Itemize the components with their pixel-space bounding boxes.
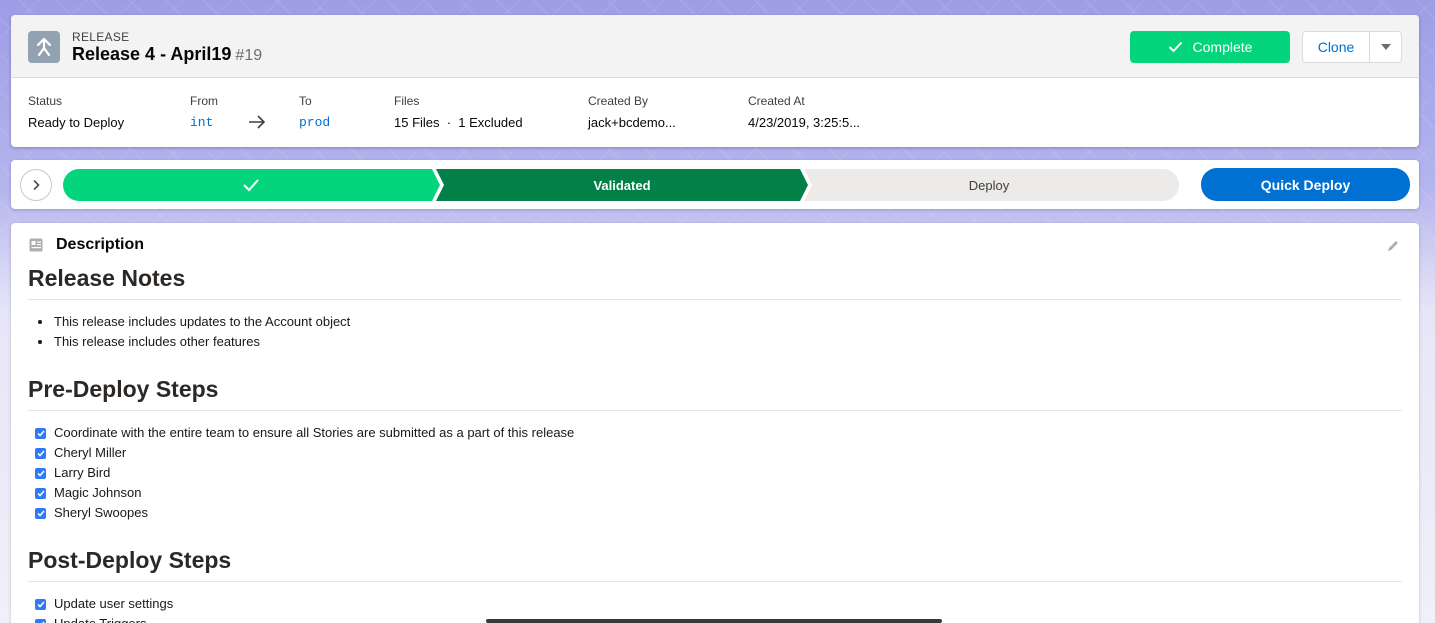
- quick-deploy-button[interactable]: Quick Deploy: [1201, 168, 1410, 201]
- checklist-item-label: Cheryl Miller: [54, 445, 127, 460]
- path-stages: Validated Deploy: [63, 169, 1179, 201]
- checkbox-checked[interactable]: [35, 507, 46, 519]
- path-expand-button[interactable]: [20, 169, 52, 201]
- to-value: prod: [299, 115, 331, 130]
- checklist-item: Coordinate with the entire team to ensur…: [28, 423, 1402, 443]
- pre-deploy-checklist: Coordinate with the entire team to ensur…: [28, 423, 1402, 523]
- chevron-down-icon: [1380, 44, 1391, 50]
- checklist-item-label: Larry Bird: [54, 465, 111, 480]
- release-number: #19: [235, 47, 263, 64]
- from-label: From: [190, 94, 218, 108]
- stage-deploy-label: Deploy: [969, 178, 1010, 193]
- created-by-field: Created By jack+bcdemo...: [588, 94, 676, 130]
- clone-button-group: Clone: [1302, 31, 1402, 63]
- path-stage-deploy[interactable]: Deploy: [804, 169, 1179, 201]
- status-field: Status Ready to Deploy: [28, 94, 124, 130]
- created-by-value[interactable]: jack+bcdemo...: [588, 115, 676, 130]
- pre-deploy-section: Pre-Deploy Steps Coordinate with the ent…: [28, 376, 1402, 523]
- complete-button[interactable]: Complete: [1130, 31, 1290, 63]
- record-type-label: RELEASE: [72, 30, 130, 44]
- checklist-item: Larry Bird: [28, 463, 1402, 483]
- record-header: RELEASE Release 4 - April19 #19 Complete …: [11, 15, 1419, 147]
- files-value: 15 Files · 1 Excluded: [394, 115, 523, 130]
- path-stage-validated[interactable]: Validated: [436, 169, 808, 201]
- status-label: Status: [28, 94, 63, 108]
- checklist-item-label: Update Triggers: [54, 614, 147, 623]
- checkbox-checked[interactable]: [35, 467, 46, 479]
- status-value: Ready to Deploy: [28, 115, 125, 130]
- checkbox-checked[interactable]: [35, 487, 46, 499]
- post-deploy-section: Post-Deploy Steps Update user settings U…: [28, 547, 1402, 623]
- stage-validated-label: Validated: [593, 178, 650, 193]
- from-field: From int: [190, 94, 218, 130]
- from-value: int: [190, 115, 214, 130]
- files-label: Files: [394, 94, 420, 108]
- checklist-item: Magic Johnson: [28, 483, 1402, 503]
- created-at-label: Created At: [748, 94, 805, 108]
- list-item: This release includes other features: [28, 332, 1402, 352]
- pre-deploy-heading: Pre-Deploy Steps: [28, 376, 1402, 411]
- rich-text-content: Release Notes This release includes upda…: [28, 265, 1402, 623]
- edit-pencil-icon[interactable]: [1386, 239, 1400, 253]
- to-field: To prod: [299, 94, 330, 130]
- files-field: Files 15 Files · 1 Excluded: [394, 94, 523, 130]
- path-bar: Validated Deploy Quick Deploy: [11, 160, 1419, 209]
- post-deploy-heading: Post-Deploy Steps: [28, 547, 1402, 582]
- description-card: Description Release Notes This release i…: [11, 223, 1419, 623]
- checklist-item: Sheryl Swoopes: [28, 503, 1402, 523]
- checkbox-checked[interactable]: [35, 618, 46, 623]
- window-scroll-indicator: [486, 619, 942, 623]
- description-title: Description: [56, 236, 145, 253]
- clone-button[interactable]: Clone: [1303, 32, 1370, 62]
- to-label: To: [299, 94, 312, 108]
- checkbox-checked[interactable]: [35, 598, 46, 610]
- checklist-item: Update user settings: [28, 594, 1402, 614]
- highlights-panel: Status Ready to Deploy From int To prod …: [11, 78, 1419, 147]
- created-at-value: 4/23/2019, 3:25:5...: [748, 115, 861, 130]
- release-name: Release 4 - April19: [72, 44, 232, 64]
- created-at-field: Created At 4/23/2019, 3:25:5...: [748, 94, 860, 130]
- check-icon: [1168, 41, 1182, 53]
- checkbox-checked[interactable]: [35, 427, 46, 439]
- chevron-right-icon: [33, 179, 40, 191]
- checklist-item-label: Coordinate with the entire team to ensur…: [54, 425, 575, 440]
- created-by-label: Created By: [588, 94, 649, 108]
- checkbox-checked[interactable]: [35, 447, 46, 459]
- checklist-item-label: Sheryl Swoopes: [54, 505, 148, 520]
- complete-label: Complete: [1192, 39, 1253, 55]
- record-header-top: RELEASE Release 4 - April19 #19 Complete …: [11, 15, 1419, 78]
- release-notes-heading: Release Notes: [28, 265, 1402, 300]
- checklist-item-label: Update user settings: [54, 596, 174, 611]
- release-icon: [28, 31, 60, 63]
- checklist-item: Cheryl Miller: [28, 443, 1402, 463]
- release-notes-list: This release includes updates to the Acc…: [28, 312, 1402, 352]
- description-icon: [29, 238, 43, 252]
- checklist-item-label: Magic Johnson: [54, 485, 142, 500]
- path-stage-complete[interactable]: [63, 169, 440, 201]
- arrow-right-icon: [249, 115, 266, 129]
- list-item: This release includes updates to the Acc…: [28, 312, 1402, 332]
- page-title: Release 4 - April19 #19: [72, 44, 262, 65]
- more-actions-button[interactable]: [1370, 32, 1401, 62]
